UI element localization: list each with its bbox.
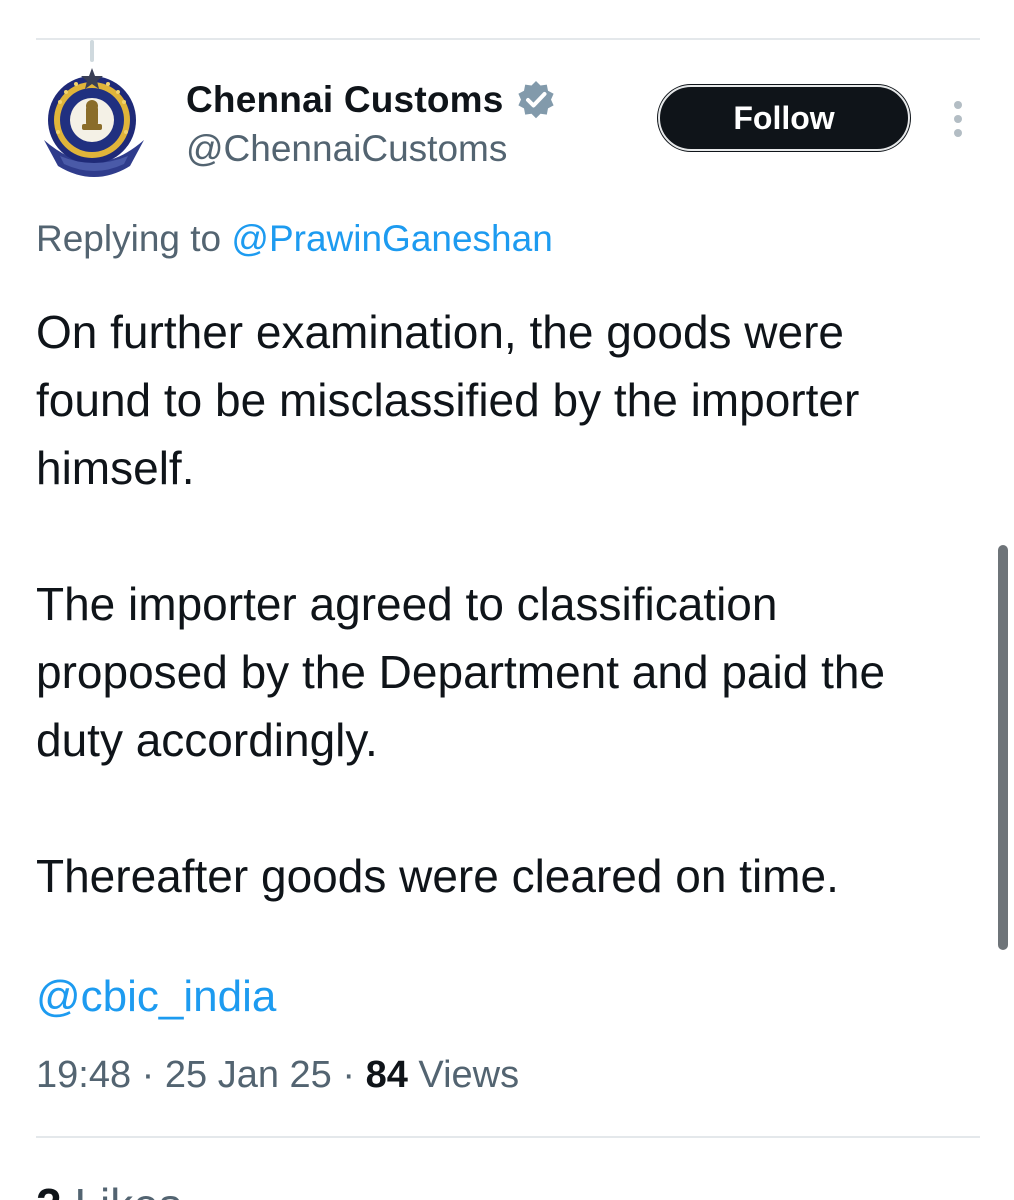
views-count: 84 <box>365 1054 408 1096</box>
thread-connector-line <box>90 40 94 62</box>
meta-separator: · <box>141 1054 155 1096</box>
author-handle[interactable]: @ChennaiCustoms <box>186 128 507 170</box>
replying-to-label: Replying to <box>36 218 222 259</box>
verified-badge-icon <box>517 81 554 119</box>
cbic-mention-link[interactable]: @cbic_india <box>36 972 276 1022</box>
tweet-date[interactable]: 25 Jan 25 <box>165 1054 332 1096</box>
scrollbar-thumb[interactable] <box>998 545 1008 950</box>
tweet-body: On further examination, the goods were f… <box>36 298 966 978</box>
likes-link[interactable]: 2 Likes <box>36 1178 182 1200</box>
views-label: Views <box>418 1054 520 1096</box>
tweet-paragraph: On further examination, the goods were f… <box>36 306 860 494</box>
bottom-divider <box>36 1136 980 1138</box>
meta-separator: · <box>342 1054 356 1096</box>
author-display-name[interactable]: Chennai Customs <box>186 79 504 121</box>
reply-mention-link[interactable]: @PrawinGaneshan <box>231 218 552 259</box>
tweet-time[interactable]: 19:48 <box>36 1054 131 1096</box>
tweet-paragraph: The importer agreed to classification pr… <box>36 578 886 766</box>
tweet-paragraph: Thereafter goods were cleared on time. <box>36 850 839 902</box>
customs-emblem-icon[interactable] <box>30 62 158 190</box>
top-divider <box>36 38 980 40</box>
more-options-icon[interactable] <box>940 100 976 140</box>
tweet-metadata: 19:48 · 25 Jan 25 · 84 Views <box>36 1054 519 1097</box>
tweet-detail-page: Chennai Customs @ChennaiCustoms Follow R… <box>0 0 1014 1200</box>
follow-button[interactable]: Follow <box>658 85 910 151</box>
author-name-row[interactable]: Chennai Customs <box>186 78 556 122</box>
likes-label: Likes <box>74 1179 181 1200</box>
replying-to-line: Replying to @PrawinGaneshan <box>36 218 553 260</box>
likes-count: 2 <box>36 1179 62 1200</box>
